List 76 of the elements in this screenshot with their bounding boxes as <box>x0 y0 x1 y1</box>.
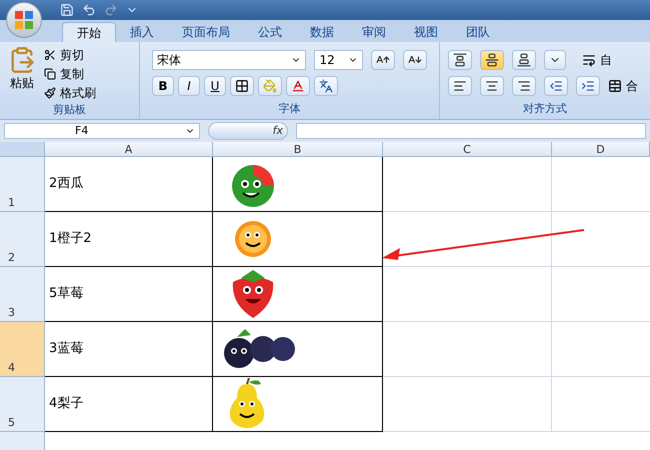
font-color-button[interactable] <box>286 76 310 96</box>
wrap-text-button[interactable]: 自 <box>582 50 612 70</box>
fill-color-button[interactable] <box>258 76 282 96</box>
undo-icon[interactable] <box>82 3 96 17</box>
table-cell: 3蓝莓 <box>45 322 213 377</box>
decrease-indent-button[interactable] <box>544 76 568 96</box>
copy-icon <box>44 68 56 80</box>
ribbon-tab[interactable]: 页面布局 <box>168 22 244 42</box>
borders-button[interactable] <box>230 76 254 96</box>
phonetic-icon <box>319 79 333 93</box>
row-header[interactable]: 4 <box>0 322 45 377</box>
table-cell: 1橙子2 <box>45 212 213 267</box>
bold-button[interactable]: B <box>152 76 174 96</box>
font-color-icon <box>291 79 305 93</box>
font-size-field[interactable]: 12 <box>314 50 363 70</box>
ribbon-tab[interactable]: 视图 <box>400 22 452 42</box>
increase-indent-button[interactable] <box>576 76 600 96</box>
top-align-button[interactable] <box>448 50 472 70</box>
align-left-icon <box>453 79 467 93</box>
wrap-text-icon <box>582 53 596 67</box>
format-painter-button[interactable]: 格式刷 <box>44 84 96 102</box>
ribbon-tab[interactable]: 数据 <box>296 22 348 42</box>
row-header[interactable]: 1 <box>0 157 45 212</box>
group-label: 剪贴板 <box>52 102 87 118</box>
bottom-align-icon <box>517 53 531 67</box>
row-header <box>0 432 45 450</box>
column-header[interactable]: A <box>45 142 213 156</box>
table-cell: 5草莓 <box>45 267 213 322</box>
group-label: 对齐方式 <box>522 100 568 116</box>
center-icon <box>485 79 499 93</box>
align-left-button[interactable] <box>448 76 472 96</box>
ribbon-tab[interactable]: 开始 <box>62 22 116 42</box>
underline-button[interactable]: U <box>204 76 226 96</box>
scissors-icon <box>44 49 56 61</box>
redo-icon[interactable] <box>104 3 118 17</box>
column-header[interactable]: D <box>552 142 650 156</box>
paint-bucket-icon <box>263 79 277 93</box>
column-header[interactable]: B <box>213 142 383 156</box>
center-button[interactable] <box>480 76 504 96</box>
align-right-button[interactable] <box>512 76 536 96</box>
phonetic-button[interactable] <box>314 76 338 96</box>
decrease-indent-icon <box>549 79 563 93</box>
name-box[interactable]: F4 <box>4 123 200 139</box>
font-name-field[interactable]: 宋体 <box>152 50 306 70</box>
paste-button[interactable]: 粘贴 <box>0 46 44 102</box>
save-icon[interactable] <box>60 3 74 17</box>
row-header[interactable]: 3 <box>0 267 45 322</box>
row-header[interactable]: 5 <box>0 377 45 432</box>
middle-align-icon <box>485 53 499 67</box>
column-header[interactable]: C <box>383 142 552 156</box>
shrink-font-button[interactable] <box>403 50 427 70</box>
middle-align-button[interactable] <box>480 50 504 70</box>
group-label: 字体 <box>278 100 302 116</box>
merge-icon <box>608 79 622 93</box>
ribbon-tab[interactable]: 公式 <box>244 22 296 42</box>
office-logo-icon <box>14 10 34 30</box>
formula-field[interactable] <box>296 123 646 139</box>
table-cell: 4梨子 <box>45 377 213 432</box>
increase-indent-icon <box>581 79 595 93</box>
cut-button[interactable]: 剪切 <box>44 46 96 64</box>
top-align-icon <box>453 53 467 67</box>
ribbon-tab[interactable]: 插入 <box>116 22 168 42</box>
brush-icon <box>44 87 56 99</box>
borders-icon <box>235 79 249 93</box>
merge-button[interactable]: 合 <box>608 76 638 96</box>
grow-font-button[interactable] <box>371 50 395 70</box>
row-header[interactable]: 2 <box>0 212 45 267</box>
bottom-align-button[interactable] <box>512 50 536 70</box>
ribbon-tab[interactable]: 团队 <box>452 22 504 42</box>
ribbon-tab[interactable]: 审阅 <box>348 22 400 42</box>
align-right-icon <box>517 79 531 93</box>
italic-button[interactable]: I <box>178 76 200 96</box>
table-cell: 2西瓜 <box>45 157 213 212</box>
fx-label: fx <box>208 122 288 140</box>
orientation-button[interactable] <box>544 50 566 70</box>
copy-button[interactable]: 复制 <box>44 65 96 83</box>
